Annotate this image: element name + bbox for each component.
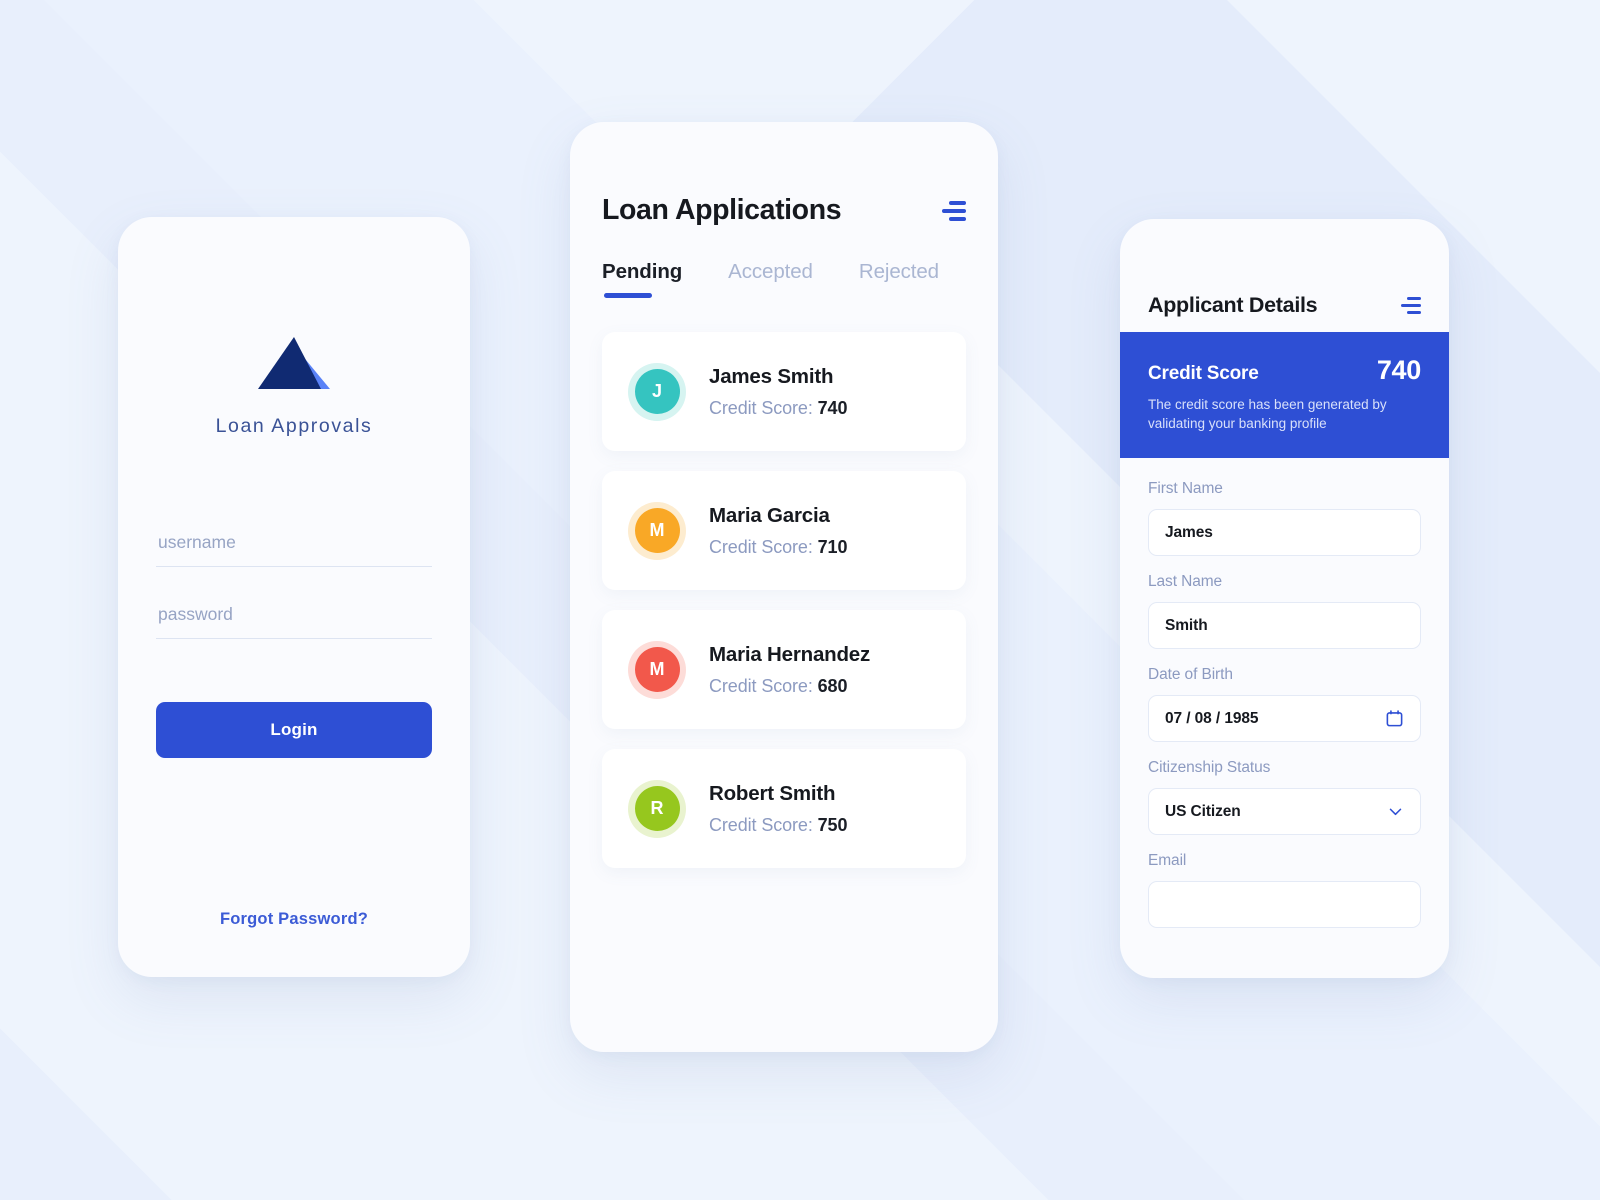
loan-applications-screen: Loan Applications Pending Accepted Rejec… bbox=[570, 122, 998, 1052]
calendar-icon[interactable] bbox=[1385, 709, 1404, 728]
credit-score-prefix: Credit Score: bbox=[709, 536, 818, 557]
date-field[interactable]: 07 / 08 / 1985 bbox=[1148, 695, 1421, 743]
list-header: Loan Applications bbox=[602, 122, 966, 227]
field-value: Smith bbox=[1165, 616, 1208, 634]
hamburger-menu-icon[interactable] bbox=[942, 197, 966, 225]
credit-score-label: Credit Score bbox=[1148, 363, 1259, 384]
credit-score-description: The credit score has been generated by v… bbox=[1148, 397, 1387, 431]
credit-score-text: Credit Score: 740 bbox=[709, 398, 847, 419]
screens-container: Loan Approvals Login Forgot Password? Lo… bbox=[0, 0, 1600, 1200]
credit-score-value: 740 bbox=[1376, 355, 1421, 385]
text-field[interactable] bbox=[1148, 881, 1421, 929]
field-label: Last Name bbox=[1148, 573, 1223, 591]
avatar-ring: M bbox=[628, 640, 686, 699]
applicant-name: Robert Smith bbox=[709, 781, 836, 805]
avatar-ring: J bbox=[628, 362, 686, 421]
application-text: Maria Hernandez Credit Score: 680 bbox=[709, 643, 870, 697]
credit-score-prefix: Credit Score: bbox=[709, 814, 818, 835]
select-field[interactable]: US Citizen bbox=[1148, 788, 1421, 836]
application-list: J James Smith Credit Score: 740 M Maria Garc… bbox=[602, 332, 966, 868]
field-label: First Name bbox=[1148, 480, 1223, 498]
status-tabs: Pending Accepted Rejected bbox=[602, 260, 966, 298]
credit-score-number: 680 bbox=[817, 675, 848, 696]
page-title: Loan Applications bbox=[602, 194, 842, 226]
application-card[interactable]: R Robert Smith Credit Score: 750 bbox=[602, 749, 966, 868]
credit-score-number: 750 bbox=[817, 814, 848, 835]
text-field[interactable]: James bbox=[1148, 509, 1421, 557]
credit-score-text: Credit Score: 710 bbox=[709, 537, 847, 558]
avatar-ring: M bbox=[628, 501, 686, 560]
chevron-down-icon[interactable] bbox=[1387, 803, 1404, 820]
field-value: US Citizen bbox=[1165, 802, 1241, 820]
applicant-name: James Smith bbox=[709, 364, 834, 388]
avatar: J bbox=[634, 369, 680, 414]
credit-score-prefix: Credit Score: bbox=[709, 675, 818, 696]
credit-score-text: Credit Score: 680 bbox=[709, 676, 870, 697]
application-text: James Smith Credit Score: 740 bbox=[709, 365, 847, 419]
application-card[interactable]: J James Smith Credit Score: 740 bbox=[602, 332, 966, 451]
tab-rejected[interactable]: Rejected bbox=[859, 260, 939, 298]
field-label: Date of Birth bbox=[1148, 666, 1233, 684]
login-screen: Loan Approvals Login Forgot Password? bbox=[118, 217, 470, 977]
applicant-name: Maria Garcia bbox=[709, 503, 830, 527]
credit-score-number: 740 bbox=[817, 397, 848, 418]
credit-score-number: 710 bbox=[817, 536, 848, 557]
username-input[interactable] bbox=[156, 532, 432, 567]
field-value: James bbox=[1165, 523, 1213, 541]
forgot-password-row: Forgot Password? bbox=[156, 910, 432, 929]
applicant-form: First Name James Last Name Smith Date of Bir… bbox=[1120, 458, 1449, 929]
credit-score-banner: Credit Score 740 The credit score has be… bbox=[1120, 332, 1449, 459]
forgot-password-link[interactable]: Forgot Password? bbox=[220, 910, 368, 928]
mountain-logo-icon bbox=[258, 337, 330, 389]
application-card[interactable]: M Maria Hernandez Credit Score: 680 bbox=[602, 610, 966, 729]
brand-name: Loan Approvals bbox=[215, 415, 373, 437]
application-text: Robert Smith Credit Score: 750 bbox=[709, 782, 847, 836]
application-text: Maria Garcia Credit Score: 710 bbox=[709, 504, 847, 558]
password-input[interactable] bbox=[156, 604, 432, 639]
tab-accepted[interactable]: Accepted bbox=[728, 260, 813, 298]
credit-score-text: Credit Score: 750 bbox=[709, 815, 847, 836]
credit-score-prefix: Credit Score: bbox=[709, 397, 818, 418]
tab-pending[interactable]: Pending bbox=[602, 260, 682, 298]
avatar: M bbox=[634, 508, 680, 553]
text-field[interactable]: Smith bbox=[1148, 602, 1421, 650]
login-button[interactable]: Login bbox=[156, 702, 432, 758]
brand-block: Loan Approvals bbox=[156, 337, 432, 438]
page-title: Applicant Details bbox=[1148, 293, 1318, 317]
login-fields bbox=[156, 532, 432, 639]
avatar: M bbox=[634, 647, 680, 692]
hamburger-menu-icon[interactable] bbox=[1401, 293, 1421, 319]
field-value: 07 / 08 / 1985 bbox=[1165, 709, 1259, 727]
applicant-details-screen: Applicant Details Credit Score 740 The c… bbox=[1120, 219, 1449, 978]
field-label: Citizenship Status bbox=[1148, 759, 1271, 777]
avatar-ring: R bbox=[628, 779, 686, 838]
application-card[interactable]: M Maria Garcia Credit Score: 710 bbox=[602, 471, 966, 590]
field-label: Email bbox=[1148, 852, 1187, 870]
applicant-name: Maria Hernandez bbox=[709, 642, 871, 666]
detail-header: Applicant Details bbox=[1120, 219, 1449, 332]
avatar: R bbox=[634, 786, 680, 831]
